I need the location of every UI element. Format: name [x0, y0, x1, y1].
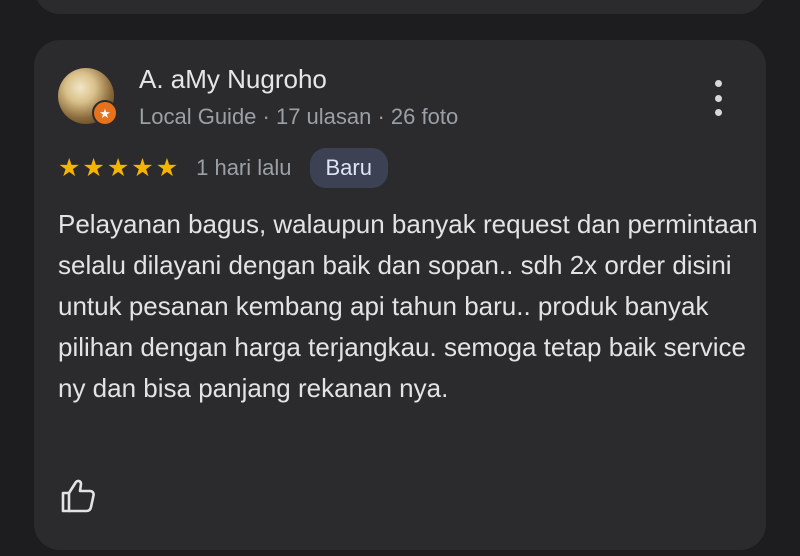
- star-icon: ★: [155, 153, 179, 182]
- star-icon: ★: [82, 153, 105, 182]
- star-icon: ★: [58, 153, 81, 182]
- review-card: ★ A. aMy Nugroho Local Guide · 17 ulasan…: [34, 40, 766, 550]
- star-icon: ★: [131, 153, 154, 182]
- rating-row: ★ ★ ★ ★ ★ 1 hari lalu Baru: [58, 148, 388, 188]
- reviewer-name[interactable]: A. aMy Nugroho: [139, 64, 327, 95]
- reviewer-meta: Local Guide · 17 ulasan · 26 foto: [139, 104, 459, 129]
- review-text: Pelayanan bagus, walaupun banyak request…: [58, 209, 758, 403]
- local-guide-star-icon: ★: [92, 100, 118, 126]
- review-time: 1 hari lalu: [196, 155, 292, 180]
- more-vert-icon[interactable]: [706, 80, 730, 116]
- new-badge: Baru: [309, 148, 388, 188]
- thumbs-up-icon[interactable]: [58, 476, 98, 516]
- star-icon: ★: [106, 153, 130, 182]
- previous-review-card: [34, 0, 766, 14]
- avatar[interactable]: ★: [58, 68, 118, 126]
- star-rating: ★ ★ ★ ★ ★: [58, 153, 179, 182]
